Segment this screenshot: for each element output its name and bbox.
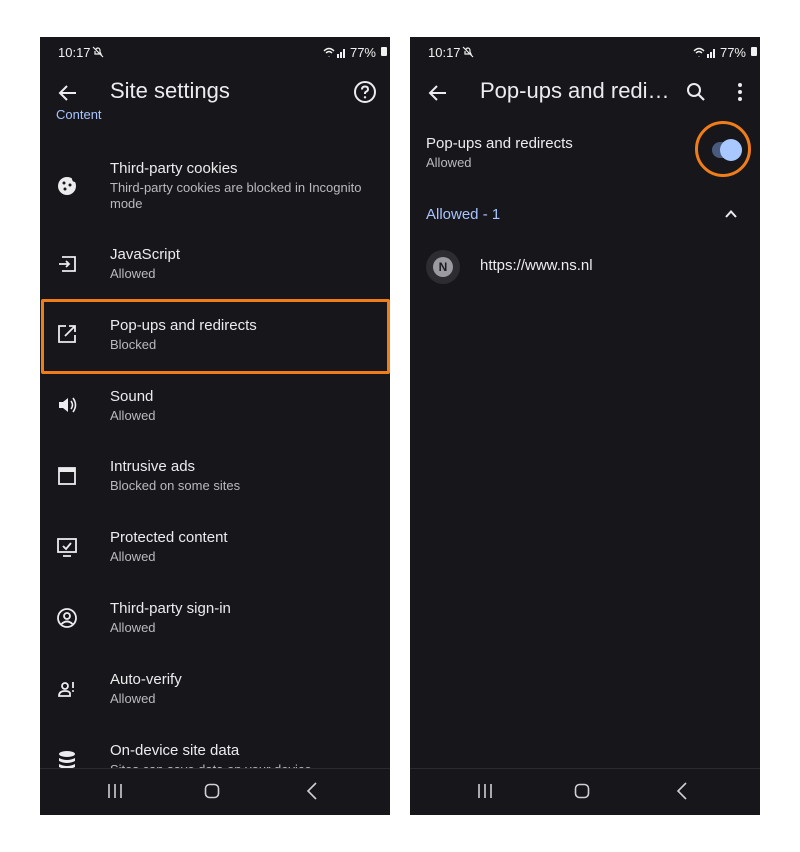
page-title: Pop-ups and redi… xyxy=(480,78,670,103)
setting-subtitle: Allowed xyxy=(110,408,156,423)
status-time: 10:17 xyxy=(58,45,91,60)
volume-icon xyxy=(59,397,77,413)
status-time: 10:17 xyxy=(428,45,461,60)
recent-apps-icon[interactable] xyxy=(106,783,124,799)
status-bar: 10:17 77% xyxy=(410,37,760,67)
setting-subtitle: Third-party cookies are blocked in Incog… xyxy=(110,180,362,211)
chevron-up-icon[interactable] xyxy=(724,207,738,221)
setting-subtitle: Blocked xyxy=(110,337,157,352)
setting-subtitle: Blocked on some sites xyxy=(110,478,241,493)
home-icon[interactable] xyxy=(574,783,590,799)
help-icon[interactable] xyxy=(352,79,378,105)
setting-title: Third-party sign-in xyxy=(110,600,231,617)
cookie-icon xyxy=(58,176,78,195)
setting-auto-verify[interactable]: Auto-verify Allowed xyxy=(40,660,390,720)
toggle-knob xyxy=(720,139,742,161)
back-arrow-icon[interactable] xyxy=(56,81,80,105)
setting-title: Auto-verify xyxy=(110,671,182,688)
popups-redirects-screen: 10:17 77% Pop-ups and redi… Pop-ups and … xyxy=(410,37,760,815)
setting-title: Third-party cookies xyxy=(110,160,238,177)
search-icon[interactable] xyxy=(684,80,708,104)
nav-back-icon[interactable] xyxy=(306,782,318,800)
setting-title: Intrusive ads xyxy=(110,458,196,475)
back-arrow-icon[interactable] xyxy=(426,81,450,105)
toggle-subtitle: Allowed xyxy=(426,155,472,170)
setting-subtitle: Allowed xyxy=(110,691,156,706)
nav-back-icon[interactable] xyxy=(676,782,688,800)
window-icon xyxy=(58,467,76,485)
battery-icon xyxy=(751,47,757,56)
page-title: Site settings xyxy=(110,78,230,103)
navigation-bar xyxy=(40,768,390,815)
person-alert-icon xyxy=(58,682,74,697)
setting-title: Protected content xyxy=(110,529,228,546)
open-in-new-icon xyxy=(58,325,76,343)
mute-icon xyxy=(462,46,474,58)
section-header-content: Content xyxy=(56,109,102,121)
setting-subtitle: Allowed xyxy=(110,549,156,564)
home-icon[interactable] xyxy=(204,783,220,799)
setting-title: JavaScript xyxy=(110,246,181,263)
javascript-icon xyxy=(59,256,76,272)
battery-text: 77% xyxy=(719,45,746,60)
signal-icon xyxy=(323,47,345,58)
setting-title: Pop-ups and redirects xyxy=(110,317,257,334)
setting-title: Sound xyxy=(110,388,154,405)
signal-icon xyxy=(693,47,715,58)
site-list-item[interactable]: N https://www.ns.nl xyxy=(410,245,760,289)
more-options-icon[interactable] xyxy=(734,80,746,104)
site-url: https://www.ns.nl xyxy=(480,257,593,274)
recent-apps-icon[interactable] xyxy=(476,783,494,799)
setting-protected-content[interactable]: Protected content Allowed xyxy=(40,518,390,578)
site-favicon-icon: N xyxy=(433,257,453,277)
setting-third-party-sign-in[interactable]: Third-party sign-in Allowed xyxy=(40,589,390,649)
site-settings-screen: 10:17 77% Site settings Content Third-pa… xyxy=(40,37,390,815)
monitor-check-icon xyxy=(57,538,77,557)
allowed-section-header[interactable]: Allowed - 1 xyxy=(426,206,500,223)
account-circle-icon xyxy=(57,608,77,628)
battery-icon xyxy=(381,47,387,56)
mute-icon xyxy=(92,46,104,58)
battery-text: 77% xyxy=(349,45,376,60)
navigation-bar xyxy=(410,768,760,815)
setting-subtitle: Allowed xyxy=(110,620,156,635)
setting-subtitle: Allowed xyxy=(110,266,156,281)
app-bar: Pop-ups and redi… xyxy=(410,67,760,119)
setting-intrusive-ads[interactable]: Intrusive ads Blocked on some sites xyxy=(40,447,390,507)
setting-title: On-device site data xyxy=(110,742,240,759)
setting-third-party-cookies[interactable]: Third-party cookies Third-party cookies … xyxy=(40,155,390,225)
status-bar: 10:17 77% xyxy=(40,37,390,67)
setting-popups-redirects[interactable]: Pop-ups and redirects Blocked xyxy=(40,305,390,365)
toggle-title: Pop-ups and redirects xyxy=(426,135,573,152)
setting-javascript[interactable]: JavaScript Allowed xyxy=(40,235,390,295)
setting-sound[interactable]: Sound Allowed xyxy=(40,376,390,436)
